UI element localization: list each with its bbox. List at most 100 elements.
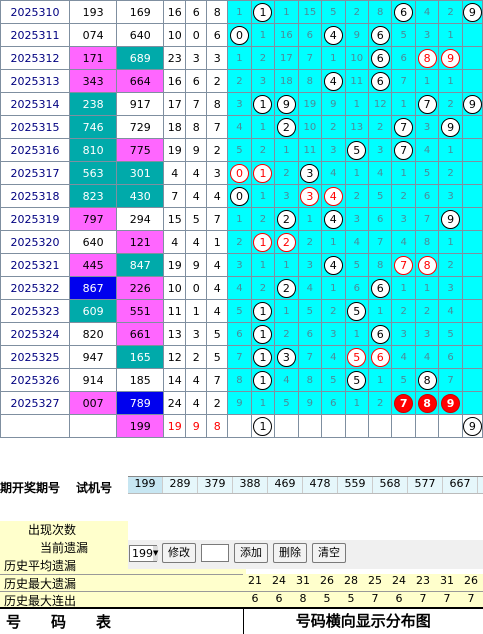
distribution-cell: 7 bbox=[415, 208, 438, 231]
distribution-cell: 4 bbox=[322, 70, 345, 93]
distribution-cell bbox=[462, 47, 482, 70]
panel-list-area[interactable] bbox=[128, 494, 483, 540]
distribution-cell: 5 bbox=[228, 139, 251, 162]
number-tag[interactable]: 379 bbox=[198, 477, 233, 493]
issue-cell: 2025315 bbox=[1, 116, 70, 139]
delete-button[interactable]: 删除 bbox=[273, 543, 307, 563]
distribution-cell: 1 bbox=[251, 415, 274, 438]
distribution-cell bbox=[275, 415, 298, 438]
distribution-cell bbox=[228, 415, 251, 438]
issue-cell: 2025317 bbox=[1, 162, 70, 185]
table-row: 202532482066113356126316335 bbox=[1, 323, 483, 346]
add-button[interactable]: 添加 bbox=[234, 543, 268, 563]
distribution-cell: 9 bbox=[439, 392, 462, 415]
distribution-cell: 6 bbox=[368, 47, 391, 70]
distribution-cell: 6 bbox=[322, 392, 345, 415]
max-streak-value: 8 bbox=[291, 592, 315, 608]
hit-marker: 5 bbox=[347, 141, 366, 160]
distribution-cell: 8 bbox=[298, 70, 321, 93]
hit-marker: 8 bbox=[418, 394, 437, 413]
distribution-cell: 6 bbox=[345, 277, 368, 300]
distribution-cell: 2 bbox=[228, 70, 251, 93]
test-number-cell: 661 bbox=[117, 323, 164, 346]
span-cell: 3 bbox=[186, 47, 207, 70]
distribution-cell: 2 bbox=[415, 300, 438, 323]
span-cell: 9 bbox=[186, 415, 207, 438]
open-number-cell: 640 bbox=[70, 231, 117, 254]
span-cell: 8 bbox=[186, 116, 207, 139]
test-number-panel: 199289379388469478559568577667 199 ▼ 修改 … bbox=[128, 476, 483, 569]
distribution-cell: 2 bbox=[345, 185, 368, 208]
hit-marker: 0 bbox=[230, 26, 249, 45]
hit-marker: 3 bbox=[300, 164, 319, 183]
distribution-cell: 5 bbox=[298, 300, 321, 323]
number-tag[interactable]: 478 bbox=[303, 477, 338, 493]
table-footer: 号码表 号码横向显示分布图 bbox=[0, 607, 483, 634]
mod-cell: 7 bbox=[207, 208, 228, 231]
table-row: 2025311074640100601166496531 bbox=[1, 24, 483, 47]
distribution-cell: 9 bbox=[462, 93, 482, 116]
number-tag[interactable]: 469 bbox=[268, 477, 303, 493]
number-select[interactable]: 199 ▼ bbox=[129, 545, 157, 562]
max-miss-label: 历史最大遗漏 bbox=[0, 574, 246, 591]
distribution-cell: 3 bbox=[228, 254, 251, 277]
max-streak-value: 7 bbox=[363, 592, 387, 608]
hit-marker: 4 bbox=[324, 26, 343, 45]
number-tag[interactable]: 568 bbox=[373, 477, 408, 493]
distribution-cell: 1 bbox=[275, 300, 298, 323]
distribution-cell: 3 bbox=[298, 162, 321, 185]
distribution-cell: 8 bbox=[368, 254, 391, 277]
distribution-cell: 6 bbox=[368, 346, 391, 369]
distribution-cell: 4 bbox=[228, 277, 251, 300]
mod-cell: 3 bbox=[207, 162, 228, 185]
distribution-cell bbox=[462, 300, 482, 323]
number-tag[interactable]: 667 bbox=[443, 477, 478, 493]
number-tag[interactable]: 388 bbox=[233, 477, 268, 493]
number-tag[interactable]: 199 bbox=[128, 477, 163, 493]
distribution-cell bbox=[345, 415, 368, 438]
distribution-cell bbox=[462, 70, 482, 93]
distribution-cell: 6 bbox=[368, 323, 391, 346]
issue-cell: 2025327 bbox=[1, 392, 70, 415]
distribution-cell: 5 bbox=[322, 1, 345, 24]
distribution-cell: 1 bbox=[251, 185, 274, 208]
modify-button[interactable]: 修改 bbox=[162, 543, 196, 563]
distribution-cell bbox=[462, 162, 482, 185]
number-tag[interactable]: 577 bbox=[408, 477, 443, 493]
chevron-down-icon[interactable]: ▼ bbox=[153, 546, 158, 561]
distribution-cell: 4 bbox=[322, 254, 345, 277]
mod-cell: 2 bbox=[207, 392, 228, 415]
number-tag[interactable]: 559 bbox=[338, 477, 373, 493]
open-number-cell: 171 bbox=[70, 47, 117, 70]
footer-right-title: 号码横向显示分布图 bbox=[243, 609, 483, 634]
max-miss-value: 31 bbox=[435, 574, 459, 591]
hit-marker: 9 bbox=[277, 95, 296, 114]
hit-marker: 6 bbox=[371, 279, 390, 298]
distribution-cell: 3 bbox=[322, 139, 345, 162]
distribution-cell: 1 bbox=[392, 277, 415, 300]
clear-button[interactable]: 清空 bbox=[312, 543, 346, 563]
distribution-cell: 1 bbox=[368, 369, 391, 392]
hit-marker: 5 bbox=[347, 348, 366, 367]
distribution-cell: 4 bbox=[322, 24, 345, 47]
distribution-cell bbox=[415, 415, 438, 438]
hit-marker: 4 bbox=[324, 256, 343, 275]
distribution-cell: 2 bbox=[439, 254, 462, 277]
number-input[interactable] bbox=[201, 544, 229, 562]
distribution-cell: 6 bbox=[392, 1, 415, 24]
distribution-cell: 11 bbox=[345, 70, 368, 93]
distribution-cell: 2 bbox=[439, 162, 462, 185]
issue-cell: 2025316 bbox=[1, 139, 70, 162]
max-miss-value: 28 bbox=[339, 574, 363, 591]
distribution-cell: 4 bbox=[392, 346, 415, 369]
hit-marker: 5 bbox=[347, 302, 366, 321]
max-streak-value: 7 bbox=[459, 592, 483, 608]
distribution-cell: 2 bbox=[298, 231, 321, 254]
table-row: 20253133436641662231884116711 bbox=[1, 70, 483, 93]
distribution-cell bbox=[462, 323, 482, 346]
number-tag[interactable]: 289 bbox=[163, 477, 198, 493]
distribution-cell: 3 bbox=[275, 346, 298, 369]
distribution-cell: 13 bbox=[345, 116, 368, 139]
max-streak-value: 6 bbox=[387, 592, 411, 608]
hit-marker: 3 bbox=[277, 348, 296, 367]
